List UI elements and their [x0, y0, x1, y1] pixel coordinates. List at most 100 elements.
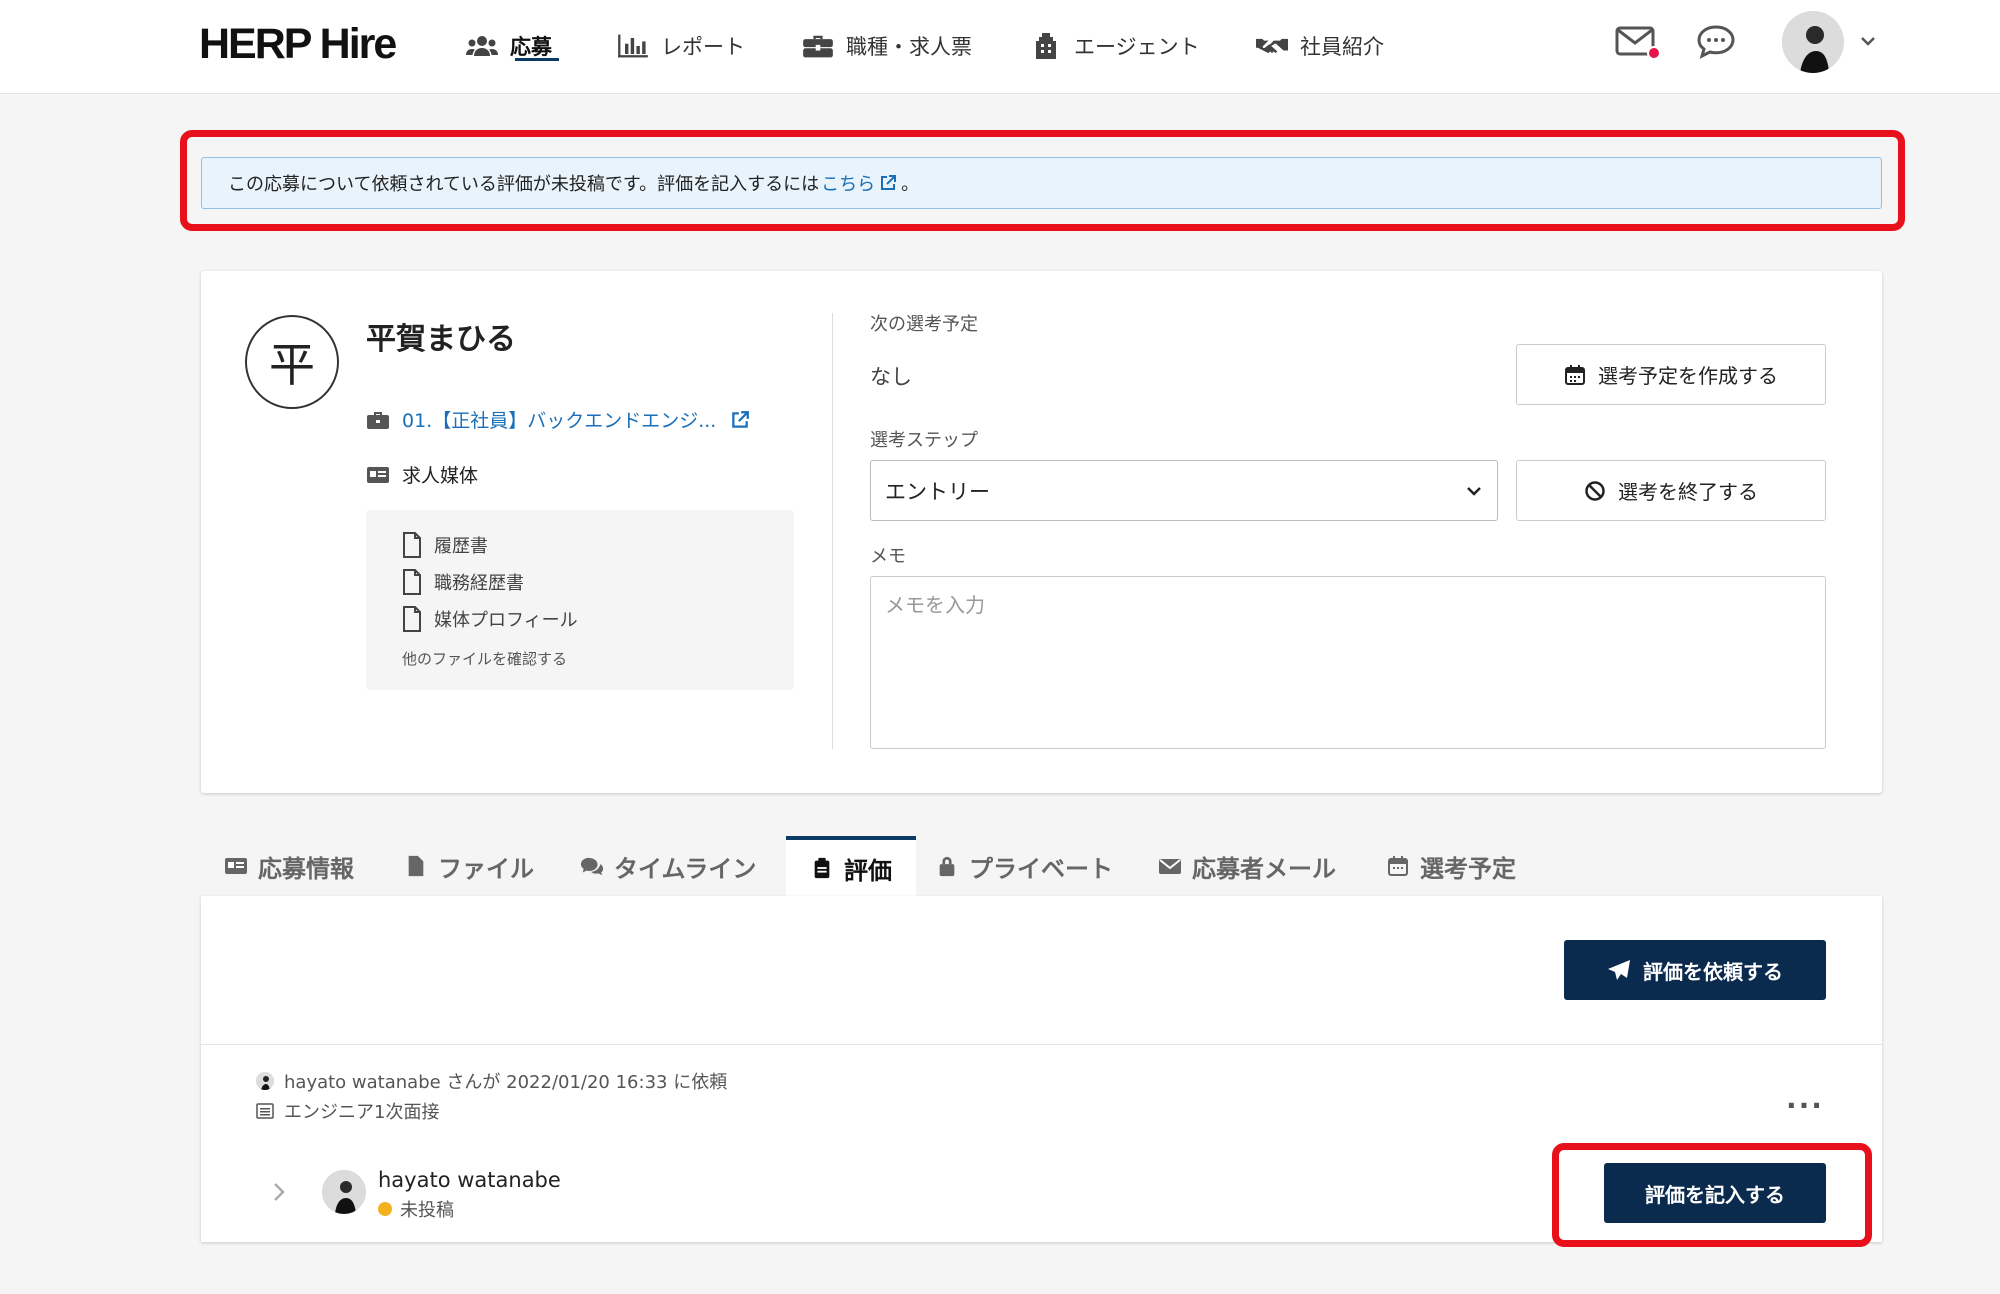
- tab-evaluation[interactable]: 評価: [786, 836, 916, 896]
- nav-label: エージェント: [1074, 35, 1200, 59]
- nav-label: 応募: [510, 35, 552, 59]
- handshake-icon: [1256, 38, 1288, 54]
- tab-timeline[interactable]: タイムライン: [580, 836, 756, 896]
- chat-button[interactable]: [1695, 22, 1737, 62]
- evaluator-avatar: [322, 1170, 366, 1214]
- file-item[interactable]: 媒体プロフィール: [402, 606, 578, 632]
- write-evaluation-button[interactable]: 評価を記入する: [1604, 1163, 1826, 1223]
- comments-icon: [580, 857, 604, 876]
- source-label: 求人媒体: [402, 465, 479, 487]
- external-link-icon[interactable]: [728, 410, 752, 430]
- files-panel: 履歴書 職務経歴書 媒体プロフィール 他のファイルを確認する: [366, 510, 794, 690]
- interview-row: エンジニア1次面接: [256, 1098, 439, 1124]
- building-icon: [1036, 33, 1056, 59]
- calendar-icon: [1565, 364, 1585, 385]
- nav-report[interactable]: レポート: [617, 26, 745, 66]
- alert-link[interactable]: こちら: [821, 170, 875, 196]
- active-nav-indicator: [515, 58, 559, 61]
- interview-name: エンジニア1次面接: [284, 1102, 440, 1123]
- external-link-icon[interactable]: [879, 174, 897, 192]
- file-name: 職務経歴書: [434, 573, 524, 594]
- panel-divider: [201, 1044, 1882, 1045]
- calendar-icon: [1388, 856, 1408, 876]
- tab-label: ファイル: [438, 854, 534, 883]
- tab-label: タイムライン: [614, 854, 757, 883]
- request-info-row: hayato watanabe さんが 2022/01/20 16:33 に依頼: [256, 1068, 727, 1094]
- file-item[interactable]: 職務経歴書: [402, 569, 524, 595]
- file-item[interactable]: 履歴書: [402, 532, 488, 558]
- user-avatar[interactable]: [1782, 11, 1844, 73]
- briefcase-icon: [367, 411, 389, 429]
- file-name: 履歴書: [434, 536, 488, 557]
- candidate-name: 平賀まひる: [366, 322, 516, 357]
- evaluation-status: 未投稿: [378, 1196, 454, 1222]
- file-name: 媒体プロフィール: [434, 610, 578, 631]
- button-label: 評価を依頼する: [1643, 959, 1783, 984]
- next-schedule-label: 次の選考予定: [870, 314, 978, 335]
- paper-plane-icon: [1608, 960, 1630, 980]
- button-label: 選考を終了する: [1618, 480, 1758, 504]
- users-icon: [466, 36, 498, 56]
- tab-label: 応募情報: [258, 854, 354, 883]
- ban-icon: [1585, 480, 1605, 501]
- alert-text: この応募について依頼されている評価が未投稿です。評価を記入するには: [228, 174, 820, 195]
- requester-avatar: [256, 1072, 274, 1090]
- nav-referral[interactable]: 社員紹介: [1256, 26, 1384, 66]
- button-label: 選考予定を作成する: [1598, 364, 1778, 388]
- source-row: 求人媒体: [366, 461, 478, 488]
- more-options-icon[interactable]: ...: [1786, 1082, 1824, 1115]
- memo-label: メモ: [870, 546, 906, 567]
- notification-dot: [1647, 46, 1661, 60]
- chevron-down-icon[interactable]: [1857, 30, 1879, 52]
- nav-agents[interactable]: エージェント: [1030, 26, 1200, 66]
- end-selection-button[interactable]: 選考を終了する: [1516, 460, 1826, 521]
- file-icon: [403, 569, 421, 595]
- tab-label: 選考予定: [1420, 854, 1516, 883]
- tab-label: 応募者メール: [1192, 854, 1336, 883]
- file-icon: [403, 532, 421, 558]
- more-files-link[interactable]: 他のファイルを確認する: [402, 648, 567, 669]
- status-label: 未投稿: [400, 1200, 454, 1221]
- next-schedule-value: なし: [870, 365, 912, 389]
- job-posting-row: 01.【正社員】バックエンドエンジ...: [366, 406, 752, 433]
- tab-application-info[interactable]: 応募情報: [224, 836, 354, 896]
- job-posting-link[interactable]: 01.【正社員】バックエンドエンジ...: [402, 406, 716, 433]
- briefcase-icon: [803, 35, 833, 58]
- create-schedule-button[interactable]: 選考予定を作成する: [1516, 344, 1826, 405]
- button-label: 評価を記入する: [1645, 1182, 1785, 1207]
- app-logo[interactable]: HERP Hire: [199, 20, 397, 69]
- request-evaluation-button[interactable]: 評価を依頼する: [1564, 940, 1826, 1000]
- list-icon: [256, 1103, 274, 1119]
- tab-files[interactable]: ファイル: [404, 836, 534, 896]
- nav-label: 職種・求人票: [846, 35, 972, 59]
- request-info-text: hayato watanabe さんが 2022/01/20 16:33 に依頼: [284, 1072, 728, 1093]
- selection-step-label: 選考ステップ: [870, 430, 978, 451]
- tab-schedule[interactable]: 選考予定: [1386, 836, 1516, 896]
- candidate-initial-avatar: 平: [245, 315, 339, 409]
- clipboard-icon: [814, 857, 830, 879]
- nav-jobs[interactable]: 職種・求人票: [802, 26, 972, 66]
- chevron-down-icon: [1467, 486, 1481, 496]
- status-dot: [378, 1202, 392, 1216]
- tab-private[interactable]: プライベート: [935, 836, 1113, 896]
- alert-suffix: 。: [901, 174, 920, 195]
- pending-evaluation-alert: この応募について依頼されている評価が未投稿です。評価を記入するには こちら 。: [201, 157, 1882, 209]
- chevron-right-icon[interactable]: [268, 1178, 290, 1206]
- lock-icon: [939, 856, 955, 877]
- evaluator-name: hayato watanabe: [378, 1168, 561, 1192]
- memo-textarea[interactable]: メモを入力: [870, 576, 1826, 749]
- tab-label: 評価: [844, 856, 892, 885]
- card-divider: [832, 313, 833, 749]
- select-value: エントリー: [885, 479, 990, 504]
- tab-applicant-mail[interactable]: 応募者メール: [1158, 836, 1336, 896]
- envelope-icon: [1159, 859, 1181, 874]
- bar-chart-icon: [618, 34, 648, 58]
- id-card-icon: [367, 466, 389, 483]
- nav-label: レポート: [661, 35, 745, 59]
- chat-icon: [1697, 25, 1735, 59]
- selection-step-select[interactable]: エントリー: [870, 460, 1498, 521]
- tab-label: プライベート: [969, 854, 1113, 883]
- file-icon: [408, 855, 424, 877]
- id-card-icon: [225, 858, 247, 874]
- nav-label: 社員紹介: [1300, 35, 1384, 59]
